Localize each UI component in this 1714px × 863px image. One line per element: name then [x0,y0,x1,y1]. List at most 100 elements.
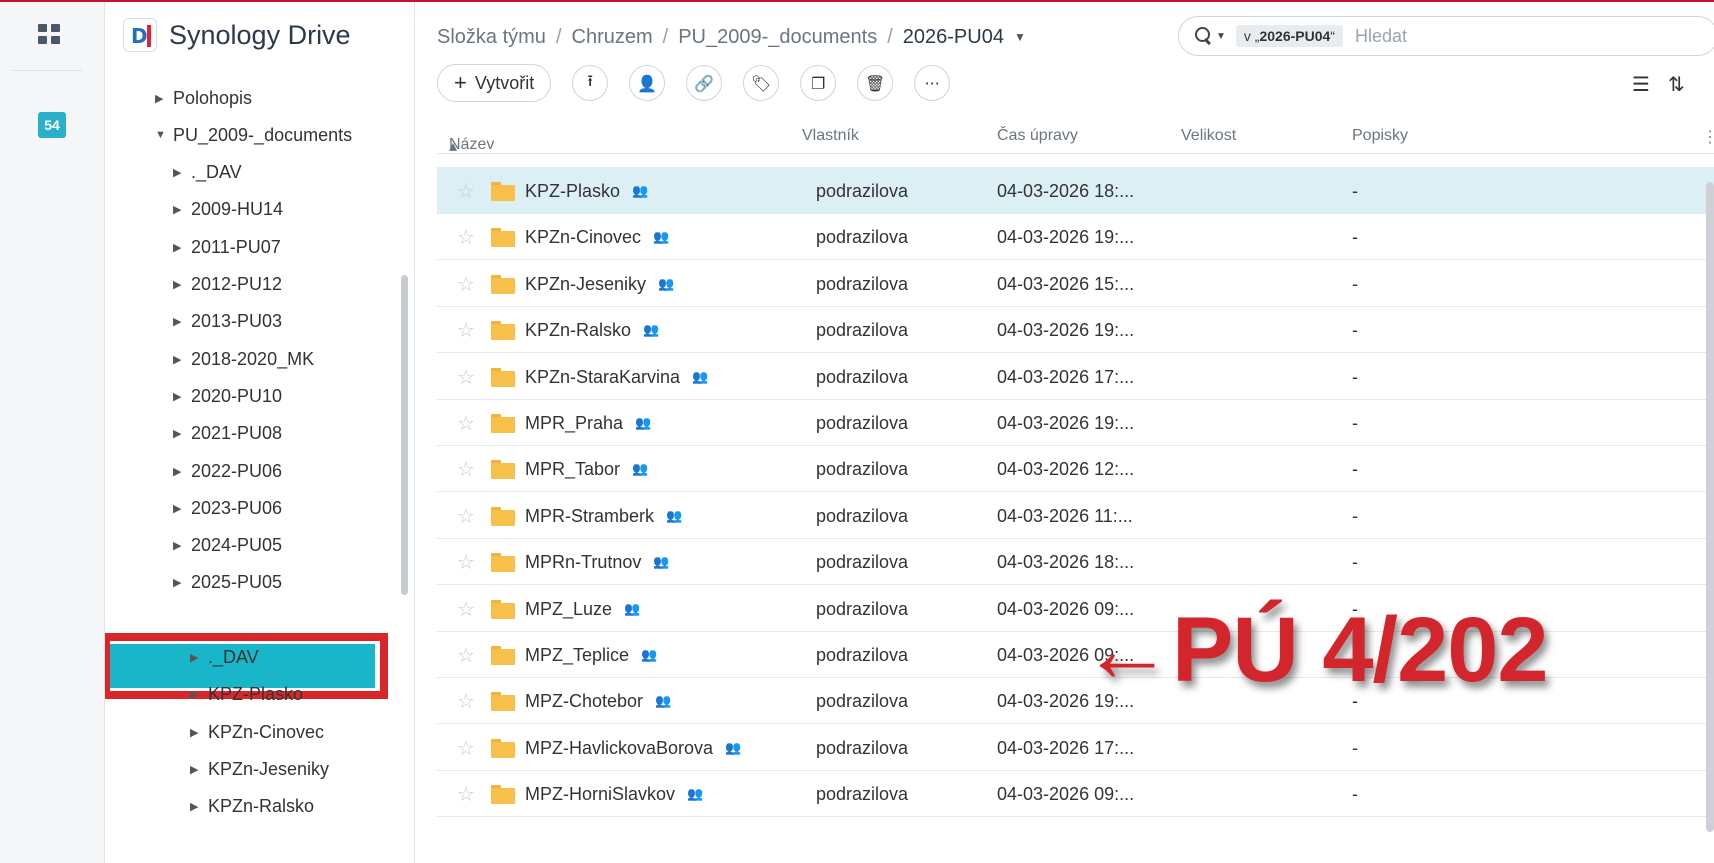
star-icon[interactable]: ☆ [457,320,475,340]
sidebar-item[interactable]: ▶ 2020-PU10 [173,377,282,415]
star-icon[interactable]: ☆ [457,645,475,665]
sidebar-item[interactable]: ▶ 2011-PU07 [173,228,281,266]
file-name-cell[interactable]: KPZn-Jeseniky 👥 [525,274,674,295]
breadcrumb-item[interactable]: Složka týmu [437,26,546,49]
chevron-right-icon[interactable]: ▶ [173,502,191,515]
table-row[interactable]: ☆ KPZn-Ralsko 👥 podrazilova 04-03-2026 19:..… [437,306,1714,354]
table-row[interactable]: ☆ MPZ-HavlickovaBorova 👥 podrazilova 04-03-2… [437,724,1714,771]
chevron-right-icon[interactable]: ▶ [190,726,208,739]
apps-grid-icon[interactable] [38,24,62,46]
star-icon[interactable]: ☆ [457,784,475,804]
star-icon[interactable]: ☆ [457,552,475,572]
table-row[interactable]: ☆ MPRn-Trutnov 👥 podrazilova 04-03-2026 18:.… [437,538,1714,586]
sidebar-item[interactable]: ▶ 2021-PU08 [173,415,282,453]
chevron-right-icon[interactable]: ▶ [190,651,208,664]
file-list-scrollbar[interactable] [1706,182,1714,832]
star-icon[interactable]: ☆ [457,599,475,619]
upload-button[interactable]: ⭱ [572,65,609,101]
chevron-right-icon[interactable]: ▶ [190,688,208,701]
file-name-cell[interactable]: MPR_Tabor 👥 [525,459,648,480]
column-size-header[interactable]: Velikost [1181,127,1236,145]
copy-button[interactable]: ❐ [800,65,837,101]
file-name-cell[interactable]: KPZn-Cinovec 👥 [525,227,669,248]
notification-badge[interactable]: 54 [38,112,66,138]
share-button[interactable]: 👤 [629,65,666,101]
star-icon[interactable]: ☆ [457,274,475,294]
chevron-right-icon[interactable]: ▶ [173,427,191,440]
column-modified-header[interactable]: Čas úpravy [997,127,1078,145]
sidebar-item[interactable]: ▶ 2024-PU05 [173,527,282,565]
delete-button[interactable]: 🗑 [857,65,894,101]
sidebar-item[interactable]: ▶ KPZ-Plasko [190,676,303,714]
sort-icon[interactable]: ⇅ [1668,72,1685,96]
table-row[interactable]: ☆ MPR_Tabor 👥 podrazilova 04-03-2026 12:... - [437,445,1714,493]
sidebar-item[interactable]: ▼ 2026-PU04 [173,601,282,639]
sidebar-item[interactable]: ▶ 2022-PU06 [173,452,282,490]
star-icon[interactable]: ☆ [457,181,475,201]
chevron-right-icon[interactable]: ▶ [173,278,191,291]
column-owner-header[interactable]: Vlastník [802,127,859,145]
file-name-cell[interactable]: MPZ_Luze 👥 [525,599,640,620]
star-icon[interactable]: ☆ [457,367,475,387]
sidebar-item[interactable]: ▶ 2025-PU05 [173,564,282,602]
column-labels-header[interactable]: Popisky [1352,127,1408,145]
star-icon[interactable]: ☆ [457,459,475,479]
chevron-right-icon[interactable]: ▶ [173,203,191,216]
file-name-cell[interactable]: MPZ-HorniSlavkov 👥 [525,784,703,805]
file-name-cell[interactable]: MPZ_Teplice 👥 [525,645,657,666]
label-button[interactable]: 🏷 [743,65,780,101]
file-name-cell[interactable]: MPR-Stramberk 👥 [525,506,682,527]
breadcrumb-item[interactable]: PU_2009-_documents [678,26,877,49]
breadcrumb-dropdown-icon[interactable]: ▼ [1014,30,1026,44]
link-button[interactable]: 🔗 [686,65,723,101]
star-icon[interactable]: ☆ [457,227,475,247]
sidebar-item[interactable]: ▶ KPZn-Jeseniky [190,750,329,788]
chevron-right-icon[interactable]: ▶ [173,390,191,403]
table-row[interactable]: ☆ MPZ-HorniSlavkov 👥 podrazilova 04-03-2026 … [437,770,1714,818]
file-name-cell[interactable]: MPZ-Chotebor 👥 [525,691,671,712]
sidebar-item[interactable]: ▶ 2023-PU06 [173,489,282,527]
chevron-right-icon[interactable]: ▶ [190,763,208,776]
chevron-right-icon[interactable]: ▶ [190,800,208,813]
sidebar-item[interactable]: ▶ Polohopis [155,79,252,117]
chevron-right-icon[interactable]: ▶ [173,166,191,179]
sidebar-item[interactable]: ▶ KPZn-Ralsko [190,788,314,826]
chevron-right-icon[interactable]: ▶ [173,353,191,366]
sidebar-scrollbar[interactable] [401,275,408,595]
star-icon[interactable]: ☆ [457,691,475,711]
search-input[interactable] [1354,25,1585,47]
column-options-icon[interactable]: ⋮ [1702,127,1714,147]
sidebar-item[interactable]: ▶ 2013-PU03 [173,303,282,341]
sidebar-item[interactable]: ▼ PU_2009-_documents [155,116,352,154]
search-options-dropdown-icon[interactable]: ▼ [1216,31,1226,42]
breadcrumb-item[interactable]: Chruzem [572,26,653,49]
star-icon[interactable]: ☆ [457,506,475,526]
table-row[interactable]: ☆ MPR-Stramberk 👥 podrazilova 04-03-2026 11:… [437,492,1714,539]
chevron-down-icon[interactable]: ▼ [173,614,191,626]
list-view-icon[interactable]: ☰ [1632,72,1650,96]
search-scope-chip[interactable]: v „2026-PU04“ [1235,25,1343,47]
table-row[interactable]: ☆ KPZn-StaraKarvina 👥 podrazilova 04-03-2026… [437,353,1714,400]
sidebar-item[interactable]: ▶ 2018-2020_MK [173,340,314,378]
breadcrumb-current[interactable]: 2026-PU04 [903,26,1004,49]
star-icon[interactable]: ☆ [457,413,475,433]
sidebar-item[interactable]: ▶ 2009-HU14 [173,191,283,229]
file-name-cell[interactable]: KPZn-StaraKarvina 👥 [525,367,708,388]
table-row[interactable]: ☆ KPZ-Plasko 👥 podrazilova 04-03-2026 18:...… [437,167,1714,214]
sidebar-item[interactable]: ▶ ._DAV [173,154,242,192]
file-name-cell[interactable]: KPZ-Plasko 👥 [525,181,648,202]
create-button[interactable]: + Vytvořit [437,64,552,102]
search-icon[interactable] [1195,27,1213,45]
sidebar-item[interactable]: ▶ KPZn-Cinovec [190,713,324,751]
chevron-down-icon[interactable]: ▼ [155,129,173,141]
sidebar-item[interactable]: ▶ 2012-PU12 [173,266,282,304]
chevron-right-icon[interactable]: ▶ [173,576,191,589]
table-row[interactable]: ☆ KPZn-Jeseniky 👥 podrazilova 04-03-2026 15:… [437,260,1714,307]
chevron-right-icon[interactable]: ▶ [173,539,191,552]
star-icon[interactable]: ☆ [457,738,475,758]
table-row[interactable]: ☆ KPZn-Cinovec 👥 podrazilova 04-03-2026 19:.… [437,213,1714,261]
file-name-cell[interactable]: MPR_Praha 👥 [525,413,651,434]
more-button[interactable]: ··· [914,65,951,101]
chevron-right-icon[interactable]: ▶ [155,92,173,105]
file-name-cell[interactable]: MPRn-Trutnov 👥 [525,552,670,573]
